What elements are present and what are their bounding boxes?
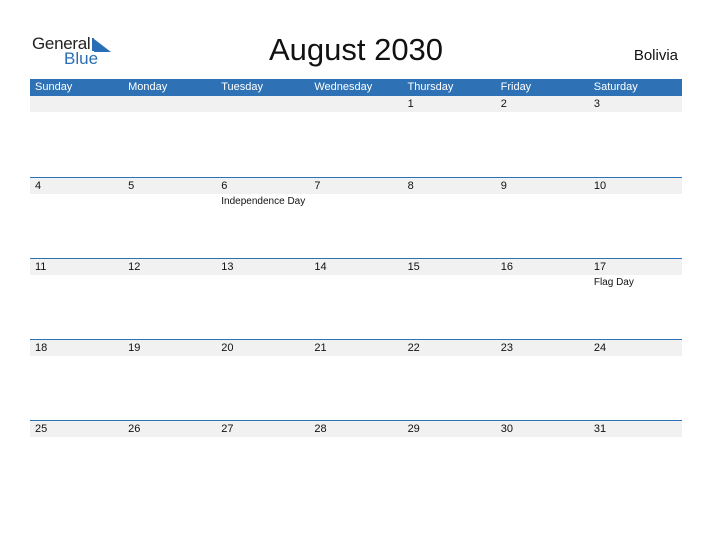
day-cell: [216, 96, 309, 177]
day-number: 10: [593, 180, 607, 192]
day-number: 18: [35, 342, 48, 354]
day-number: 20: [221, 342, 234, 354]
day-number: 13: [221, 261, 234, 273]
day-number: 22: [407, 342, 420, 354]
day-number: 24: [593, 342, 607, 354]
day-number: 15: [407, 261, 420, 273]
day-number: 21: [314, 342, 327, 354]
day-cell: 14: [309, 259, 402, 340]
day-cell: 20: [216, 340, 309, 421]
day-number: 27: [221, 423, 234, 435]
calendar-title: August 2030: [268, 32, 444, 67]
week-row: 11 12 13 14 15 16 17 Flag Day: [30, 258, 682, 340]
day-cell: 8: [403, 178, 496, 259]
day-cell: [30, 96, 123, 177]
day-cell: 9: [496, 178, 589, 259]
day-cell: 24: [589, 340, 682, 421]
day-number: 23: [500, 342, 513, 354]
holiday-label: Flag Day: [593, 277, 634, 288]
day-cell: 21: [309, 340, 402, 421]
day-cell: 2: [496, 96, 589, 177]
day-number: 14: [314, 261, 327, 273]
day-cell: 28: [309, 421, 402, 502]
day-number: 17: [593, 261, 607, 273]
day-number: 29: [407, 423, 420, 435]
day-number: 12: [128, 261, 141, 273]
day-number: 26: [128, 423, 141, 435]
day-number: 2: [500, 98, 507, 110]
day-cell: 31: [589, 421, 682, 502]
day-number: 19: [128, 342, 141, 354]
day-number: 3: [593, 98, 600, 110]
day-cell: 25: [30, 421, 123, 502]
day-number: 30: [500, 423, 513, 435]
day-cell: [123, 96, 216, 177]
weekday-header: Sunday Monday Tuesday Wednesday Thursday…: [30, 79, 682, 96]
week-row: 4 5 6 Independence Day 7 8 9 10: [30, 177, 682, 259]
holiday-label: Independence Day: [221, 196, 306, 207]
day-number: 5: [128, 180, 135, 192]
day-cell: 1: [403, 96, 496, 177]
day-number: 6: [221, 180, 228, 192]
day-cell: 15: [403, 259, 496, 340]
weekday-wednesday: Wednesday: [314, 81, 373, 93]
day-number: 9: [500, 180, 507, 192]
day-cell: 30: [496, 421, 589, 502]
day-cell: 3: [589, 96, 682, 177]
day-cell: 22: [403, 340, 496, 421]
weekday-sunday: Sunday: [35, 81, 73, 93]
day-number: 1: [407, 98, 414, 110]
day-cell: 6 Independence Day: [216, 178, 309, 259]
day-cell: 4: [30, 178, 123, 259]
country-label: Bolivia: [633, 47, 678, 64]
day-number: 31: [593, 423, 607, 435]
day-cell: 19: [123, 340, 216, 421]
week-row: 18 19 20 21 22 23 24: [30, 339, 682, 421]
day-cell: 10: [589, 178, 682, 259]
day-cell: 26: [123, 421, 216, 502]
day-cell: 27: [216, 421, 309, 502]
day-cell: [309, 96, 402, 177]
day-number: 25: [35, 423, 48, 435]
day-number: 4: [35, 180, 42, 192]
day-cell: 16: [496, 259, 589, 340]
day-number: 28: [314, 423, 327, 435]
day-number: 7: [314, 180, 321, 192]
day-cell: 11: [30, 259, 123, 340]
day-number: 8: [407, 180, 414, 192]
day-cell: 18: [30, 340, 123, 421]
weekday-monday: Monday: [128, 81, 168, 93]
weekday-tuesday: Tuesday: [221, 81, 264, 93]
day-number: 16: [500, 261, 513, 273]
week-row: 1 2 3: [30, 96, 682, 177]
day-cell: 13: [216, 259, 309, 340]
day-cell: 29: [403, 421, 496, 502]
day-number: 11: [35, 261, 47, 273]
weekday-friday: Friday: [500, 81, 532, 93]
weekday-saturday: Saturday: [593, 81, 638, 93]
day-cell: 5: [123, 178, 216, 259]
day-cell: 7: [309, 178, 402, 259]
weekday-thursday: Thursday: [407, 81, 454, 93]
week-row: 25 26 27 28 29 30 31: [30, 420, 682, 502]
day-cell: 17 Flag Day: [589, 259, 682, 340]
day-cell: 12: [123, 259, 216, 340]
day-cell: 23: [496, 340, 589, 421]
